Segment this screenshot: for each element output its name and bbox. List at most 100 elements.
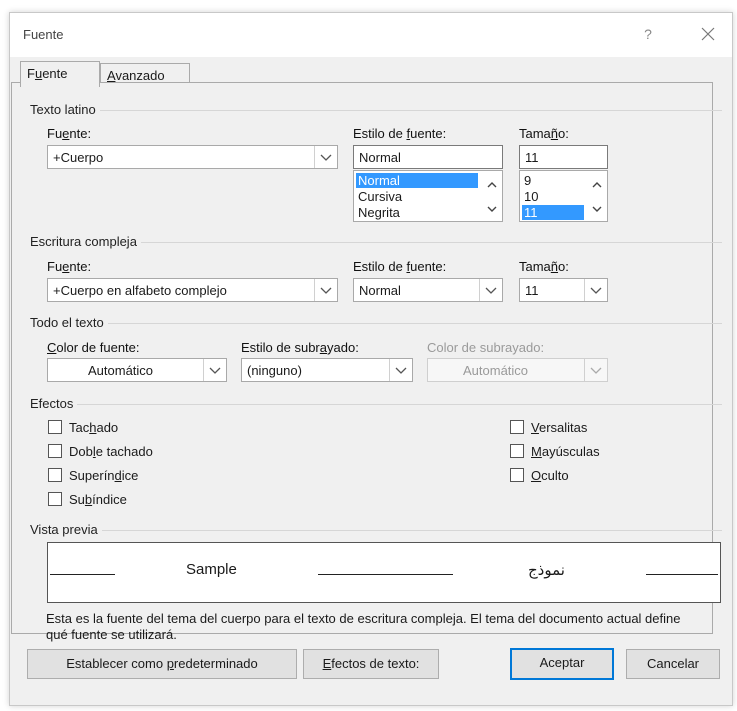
strikethrough-label: Tachado [69, 420, 118, 435]
chevron-down-icon[interactable] [203, 359, 226, 381]
tab-fuente[interactable]: Fuente [20, 61, 100, 87]
list-item[interactable]: Negrita [356, 205, 478, 220]
complex-size-combo[interactable]: 11 [519, 278, 608, 302]
double-strikethrough-checkbox[interactable] [48, 444, 62, 458]
preview-box: Sample نموذج [47, 542, 721, 603]
latin-style-value: Normal [359, 150, 401, 165]
complex-style-label: Estilo de fuente: [353, 259, 446, 274]
subscript-checkbox[interactable] [48, 492, 62, 506]
set-default-button[interactable]: Establecer como predeterminado [27, 649, 297, 679]
chevron-down-icon[interactable] [584, 279, 607, 301]
preview-baseline [646, 574, 718, 575]
complex-font-label: Fuente: [47, 259, 91, 274]
complex-font-value: +Cuerpo en alfabeto complejo [53, 283, 227, 298]
list-item[interactable]: 10 [522, 189, 584, 204]
scrollbar[interactable] [587, 171, 607, 221]
preview-description: Esta es la fuente del tema del cuerpo pa… [46, 611, 681, 642]
underline-color-label: Color de subrayado: [427, 340, 545, 355]
title-bar: Fuente ? [10, 13, 732, 57]
hidden-label: Oculto [531, 468, 569, 483]
list-item[interactable]: Cursiva [356, 189, 478, 204]
cancel-button[interactable]: Cancelar [626, 649, 720, 679]
list-item[interactable]: Normal [356, 173, 478, 188]
underline-style-label-pre: Estilo de subr [241, 340, 320, 355]
latin-size-input[interactable]: 11 [519, 145, 608, 169]
section-efectos: Efectos [30, 396, 78, 411]
latin-style-label: Estilo de fuente: [353, 126, 446, 141]
tab-fuente-label-post: ente [42, 66, 68, 81]
complex-size-label: Tamaño: [519, 259, 569, 274]
set-default-label-pre: Establecer como [66, 656, 167, 671]
close-icon[interactable] [696, 22, 720, 46]
font-color-combo[interactable]: Automático [47, 358, 227, 382]
section-todo-el-texto: Todo el texto [30, 315, 108, 330]
cb-label-accel: O [531, 468, 542, 483]
all-caps-checkbox[interactable] [510, 444, 524, 458]
underline-style-label-accel: a [319, 340, 327, 355]
underline-color-combo[interactable]: Automático [427, 358, 608, 382]
tab-fuente-label-pre: F [27, 66, 35, 81]
latin-size-listbox[interactable]: 9 10 11 [519, 170, 608, 222]
preview-sample-complex: نموذج [528, 561, 565, 579]
superscript-checkbox[interactable] [48, 468, 62, 482]
section-vista-previa: Vista previa [30, 522, 102, 537]
double-strikethrough-label: Doble tachado [69, 444, 153, 459]
small-caps-checkbox[interactable] [510, 420, 524, 434]
chevron-down-icon[interactable] [479, 279, 502, 301]
cb-label-post: índice [92, 492, 127, 507]
cb-label-pre: Su [69, 492, 85, 507]
tab-avanzado-label-post: vanzado [115, 68, 165, 83]
text-effects-button[interactable]: Efectos de texto: [303, 649, 439, 679]
ok-button[interactable]: Aceptar [510, 648, 614, 680]
section-texto-latino: Texto latino [30, 102, 100, 117]
latin-style-listbox[interactable]: Normal Cursiva Negrita [353, 170, 503, 222]
latin-size-value: 11 [525, 150, 539, 165]
underline-style-combo[interactable]: (ninguno) [241, 358, 413, 382]
complex-size-label-pre: Tama [519, 259, 551, 274]
divider [30, 530, 722, 531]
complex-style-combo[interactable]: Normal [353, 278, 503, 302]
hidden-checkbox[interactable] [510, 468, 524, 482]
complex-size-label-accel: ñ [550, 259, 559, 274]
latin-font-label-post: nte: [69, 126, 92, 141]
font-color-value: Automático [88, 363, 154, 378]
preview-baseline [50, 574, 115, 575]
complex-font-combo[interactable]: +Cuerpo en alfabeto complejo [47, 278, 338, 302]
cb-label-accel: d [114, 468, 122, 483]
divider [30, 404, 722, 405]
chevron-down-icon[interactable] [389, 359, 412, 381]
complex-font-label-pre: Fu [47, 259, 63, 274]
latin-font-combo[interactable]: +Cuerpo [47, 145, 338, 169]
all-caps-label: Mayúsculas [531, 444, 600, 459]
underline-style-label-post: yado: [327, 340, 359, 355]
complex-style-label-post: uente: [410, 259, 447, 274]
text-effects-label-post: fectos de texto: [331, 656, 420, 671]
latin-style-label-pre: Estilo de [353, 126, 407, 141]
strikethrough-checkbox[interactable] [48, 420, 62, 434]
underline-style-label: Estilo de subrayado: [241, 340, 359, 355]
superscript-label: Superíndice [69, 468, 138, 483]
latin-style-input[interactable]: Normal [353, 145, 503, 169]
chevron-down-icon[interactable] [314, 279, 337, 301]
cb-label-pre: Superín [69, 468, 115, 483]
chevron-down-icon[interactable] [314, 146, 337, 168]
latin-size-label: Tamaño: [519, 126, 569, 141]
font-color-label: Color de fuente: [47, 340, 140, 355]
list-item[interactable]: 9 [522, 173, 584, 188]
latin-style-label-post: uente: [410, 126, 447, 141]
chevron-down-icon[interactable] [584, 359, 607, 381]
complex-style-value: Normal [359, 283, 401, 298]
underline-color-value: Automático [463, 363, 529, 378]
cb-label-accel: V [531, 420, 539, 435]
text-effects-label-accel: E [322, 656, 332, 671]
preview-baseline [318, 574, 453, 575]
cb-label-post: ayúsculas [541, 444, 600, 459]
cb-label-post: culto [541, 468, 569, 483]
latin-size-label-post: o: [558, 126, 569, 141]
complex-size-value: 11 [525, 283, 539, 298]
list-item[interactable]: 11 [522, 205, 584, 220]
help-button[interactable]: ? [638, 22, 658, 46]
small-caps-label: Versalitas [531, 420, 587, 435]
scrollbar[interactable] [482, 171, 502, 221]
divider [30, 110, 722, 111]
